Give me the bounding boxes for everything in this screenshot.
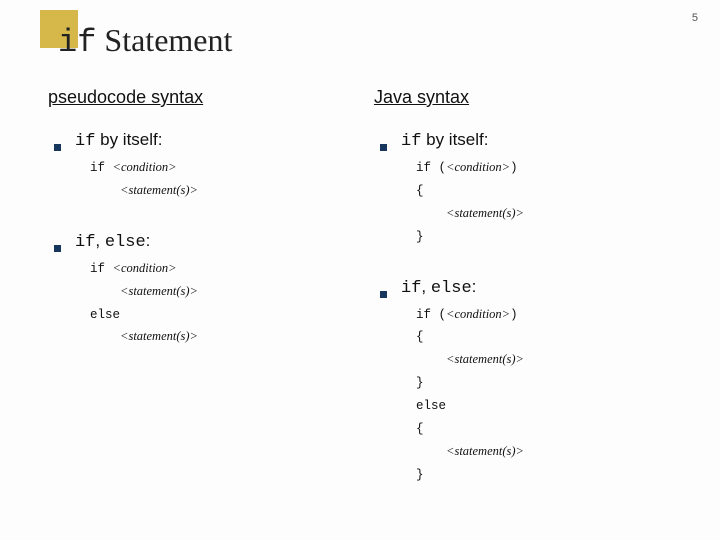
bullet-icon	[380, 291, 387, 298]
placeholder: <condition>	[113, 261, 177, 275]
title-keyword: if	[58, 24, 96, 61]
bullet-label: if by itself:	[401, 130, 489, 151]
list-item: if, else:	[48, 231, 354, 252]
bullet-icon	[380, 144, 387, 151]
left-column: pseudocode syntax if by itself: if <cond…	[48, 87, 354, 515]
slide-title-area: if Statement	[0, 0, 720, 79]
label-rest: by itself:	[421, 130, 488, 149]
colon: :	[472, 277, 477, 296]
sep: ,	[95, 231, 104, 250]
left-heading: pseudocode syntax	[48, 87, 354, 108]
indent	[90, 330, 120, 344]
brace: }	[416, 468, 424, 482]
colon: :	[146, 231, 151, 250]
kw: if (	[416, 161, 446, 175]
bullet-label: if, else:	[401, 277, 476, 298]
bullet-icon	[54, 144, 61, 151]
kw: )	[510, 161, 518, 175]
placeholder: <statement(s)>	[120, 284, 198, 298]
sep: ,	[421, 277, 430, 296]
title-rest: Statement	[96, 22, 232, 58]
brace: }	[416, 230, 424, 244]
indent	[90, 184, 120, 198]
kw: if	[90, 262, 113, 276]
kw-if: if	[401, 132, 421, 151]
code-block: if <condition> <statement(s)> else <stat…	[90, 258, 354, 350]
kw: if	[90, 161, 113, 175]
indent	[416, 445, 446, 459]
slide-title: if Statement	[58, 22, 720, 61]
list-item: if by itself:	[374, 130, 680, 151]
kw: else	[90, 308, 120, 322]
label-rest: by itself:	[95, 130, 162, 149]
placeholder: <condition>	[446, 160, 510, 174]
right-column: Java syntax if by itself: if (<condition…	[374, 87, 680, 515]
bullet-icon	[54, 245, 61, 252]
placeholder: <statement(s)>	[120, 329, 198, 343]
placeholder: <statement(s)>	[120, 183, 198, 197]
list-item: if by itself:	[48, 130, 354, 151]
right-heading: Java syntax	[374, 87, 680, 108]
kw-else: else	[105, 233, 146, 252]
kw: else	[416, 399, 446, 413]
kw-if: if	[75, 233, 95, 252]
code-block: if <condition> <statement(s)>	[90, 157, 354, 203]
kw-if: if	[75, 132, 95, 151]
code-block: if (<condition>) { <statement(s)> } else…	[416, 304, 680, 487]
placeholder: <condition>	[113, 160, 177, 174]
bullet-label: if by itself:	[75, 130, 163, 151]
indent	[416, 207, 446, 221]
kw: )	[510, 308, 518, 322]
placeholder: <statement(s)>	[446, 206, 524, 220]
brace: }	[416, 376, 424, 390]
bullet-label: if, else:	[75, 231, 150, 252]
indent	[90, 285, 120, 299]
kw: if (	[416, 308, 446, 322]
list-item: if, else:	[374, 277, 680, 298]
placeholder: <condition>	[446, 307, 510, 321]
indent	[416, 353, 446, 367]
kw-else: else	[431, 279, 472, 298]
code-block: if (<condition>) { <statement(s)> }	[416, 157, 680, 249]
content-columns: pseudocode syntax if by itself: if <cond…	[0, 79, 720, 515]
brace: {	[416, 422, 424, 436]
placeholder: <statement(s)>	[446, 444, 524, 458]
kw-if: if	[401, 279, 421, 298]
brace: {	[416, 184, 424, 198]
brace: {	[416, 330, 424, 344]
placeholder: <statement(s)>	[446, 352, 524, 366]
